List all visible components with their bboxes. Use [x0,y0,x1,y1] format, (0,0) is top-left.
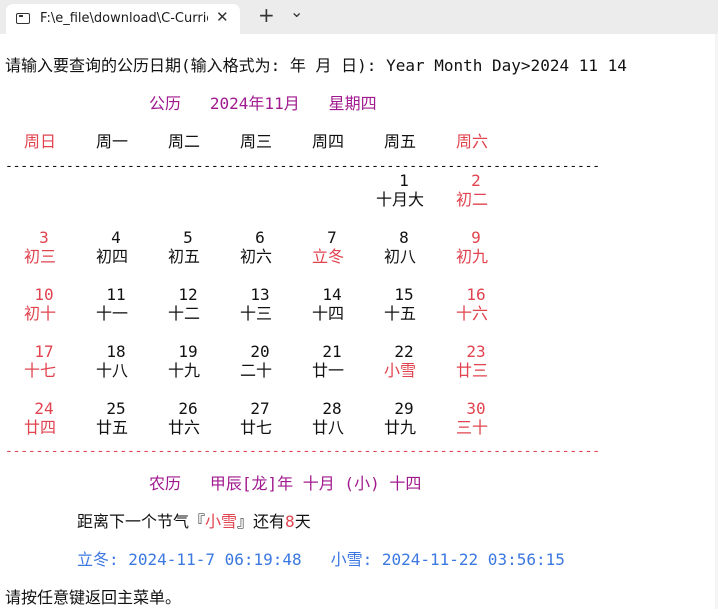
weekday-label: 周六 [455,132,488,151]
lunar-day: 廿八 [311,418,344,437]
term-1: 立冬: 2024-11-7 06:19:48 [77,550,302,569]
day-number: 23 [466,342,486,361]
day-number: 22 [394,342,414,361]
weekday-label: 周二 [167,132,200,151]
day-number: 27 [250,399,270,418]
day-number: 26 [178,399,198,418]
lunar-date: 农历 甲辰[龙]年 十月 (小) 十四 [149,474,422,493]
weekday-label: 周日 [23,132,56,151]
lunar-day: 十三 [239,304,272,323]
next-term-prefix: 距离下一个节气『 [77,512,206,531]
day-number: 29 [394,399,414,418]
weekday-label: 周一 [95,132,128,151]
solar-terms-times: 立冬: 2024-11-7 06:19:48 小雪: 2024-11-22 03… [77,550,565,570]
lunar-day: 廿九 [383,418,416,437]
lunar-day: 初四 [95,247,128,266]
day-number: 21 [322,342,342,361]
chevron-down-icon[interactable]: ⌄ [290,2,303,21]
lunar-day: 廿六 [167,418,200,437]
lunar-day: 十六 [455,304,488,323]
next-term-name: 小雪 [205,512,238,531]
next-term-middle: 』还有 [237,512,286,531]
day-number: 2 [471,171,481,190]
day-number: 11 [106,285,126,304]
day-number: 18 [106,342,126,361]
day-number: 15 [394,285,414,304]
lunar-day: 初二 [455,190,488,209]
title-bar: F:\e_file\download\C-Curric ✕ + ⌄ [0,0,718,34]
lunar-day: 廿五 [95,418,128,437]
new-tab-button[interactable]: + [258,3,275,27]
day-number: 16 [466,285,486,304]
lunar-day: 十五 [383,304,416,323]
day-number: 24 [34,399,54,418]
lunar-day: 初十 [23,304,56,323]
lunar-day: 三十 [455,418,488,437]
lunar-day: 十一 [95,304,128,323]
lunar-day: 廿三 [455,361,488,380]
day-number: 14 [322,285,342,304]
day-number: 30 [466,399,486,418]
console-icon [16,13,30,24]
divider-bottom: ----------------------------------------… [5,444,600,459]
day-number: 1 [399,171,409,190]
lunar-day: 十月大 [375,190,424,209]
lunar-day: 十七 [23,361,56,380]
lunar-day: 十四 [311,304,344,323]
next-term-days: 8 [285,512,295,531]
day-number: 12 [178,285,198,304]
day-number: 17 [34,342,54,361]
day-number: 5 [183,228,193,247]
day-number: 3 [39,228,49,247]
lunar-day: 小雪 [383,361,416,380]
terminal-tab[interactable]: F:\e_file\download\C-Curric ✕ [6,4,240,34]
day-number: 8 [399,228,409,247]
day-number: 10 [34,285,54,304]
lunar-day: 十九 [167,361,200,380]
lunar-day: 廿四 [23,418,56,437]
lunar-day: 廿一 [311,361,344,380]
divider-top: ----------------------------------------… [5,159,600,174]
tab-title: F:\e_file\download\C-Curric [40,11,208,26]
lunar-day: 十八 [95,361,128,380]
lunar-day: 初五 [167,247,200,266]
day-number: 4 [111,228,121,247]
next-solar-term: 距离下一个节气『小雪』还有8天 [77,512,311,532]
day-number: 9 [471,228,481,247]
terminal-output[interactable]: 请输入要查询的公历日期(输入格式为: 年 月 日): Year Month Da… [0,34,718,609]
term-2: 小雪: 2024-11-22 03:56:15 [330,550,565,569]
lunar-day: 廿七 [239,418,272,437]
weekday-label: 周三 [239,132,272,151]
day-number: 13 [250,285,270,304]
day-number: 20 [250,342,270,361]
lunar-day: 二十 [239,361,272,380]
lunar-day: 十二 [167,304,200,323]
day-number: 7 [327,228,337,247]
day-number: 28 [322,399,342,418]
lunar-day: 初九 [455,247,488,266]
lunar-day: 立冬 [311,247,344,266]
weekday-label: 周五 [383,132,416,151]
input-prompt: 请输入要查询的公历日期(输入格式为: 年 月 日): Year Month Da… [5,56,627,75]
calendar-title: 公历 2024年11月 星期四 [149,94,377,113]
next-term-suffix: 天 [294,512,311,531]
lunar-day: 初三 [23,247,56,266]
day-number: 25 [106,399,126,418]
close-icon[interactable]: ✕ [216,8,229,26]
day-number: 6 [255,228,265,247]
lunar-day: 初八 [383,247,416,266]
weekday-label: 周四 [311,132,344,151]
footer-hint: 请按任意键返回主菜单。 [5,588,182,607]
lunar-day: 初六 [239,247,272,266]
day-number: 19 [178,342,198,361]
